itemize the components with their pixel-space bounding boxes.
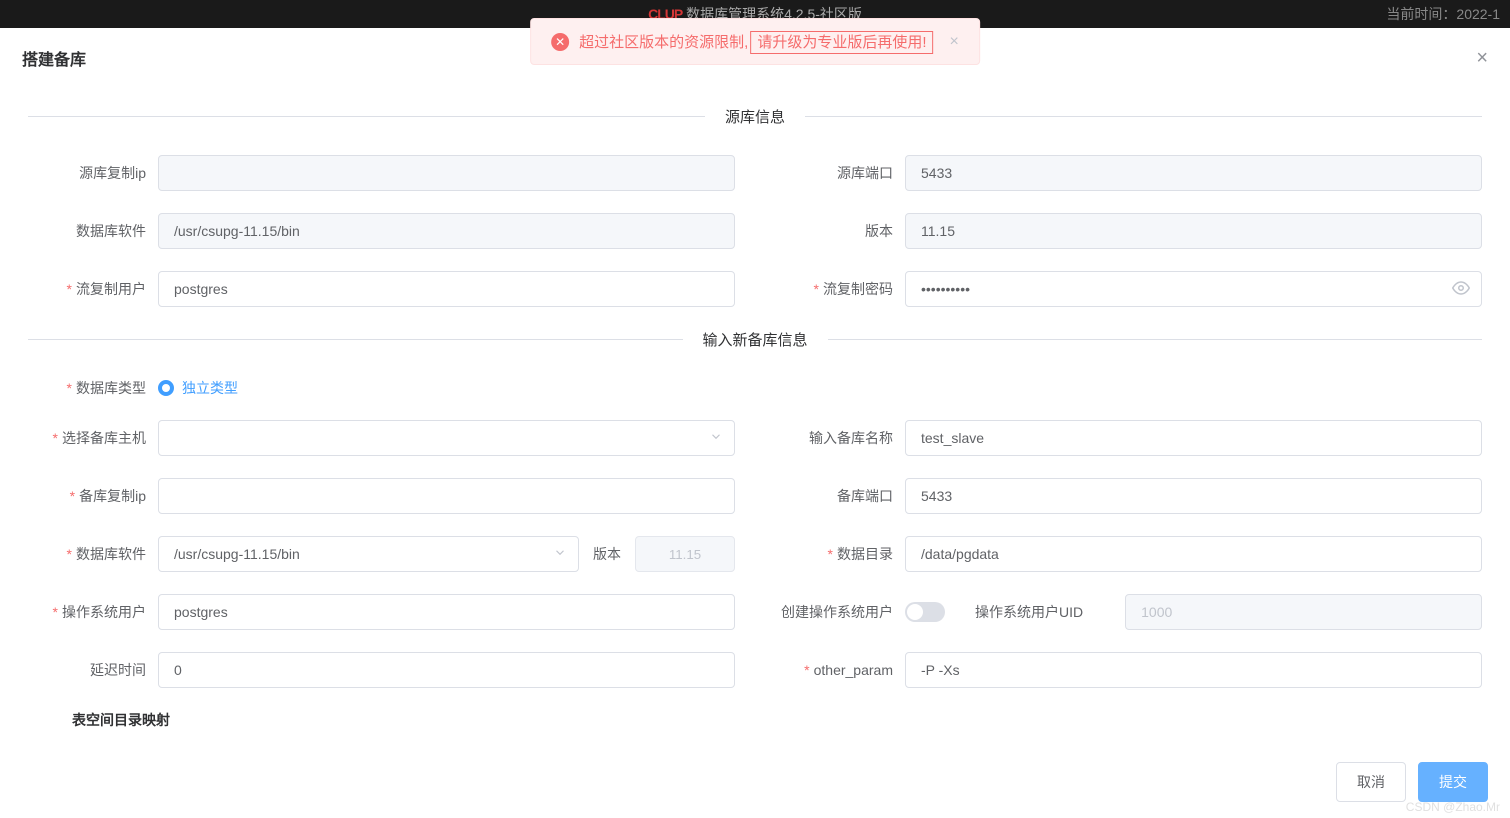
- section-divider-target: 输入新备库信息: [28, 329, 1482, 350]
- src-port-input[interactable]: [905, 155, 1482, 191]
- input-name-input[interactable]: [905, 420, 1482, 456]
- src-ip-input[interactable]: [158, 155, 735, 191]
- version-input[interactable]: [905, 213, 1482, 249]
- close-icon[interactable]: ×: [950, 33, 959, 51]
- target-ip-input[interactable]: [158, 478, 735, 514]
- os-uid-input: [1125, 594, 1482, 630]
- db-software-label: 数据库软件: [28, 221, 158, 241]
- target-version-label: 版本: [593, 544, 621, 564]
- repl-user-input[interactable]: [158, 271, 735, 307]
- src-port-label: 源库端口: [775, 163, 905, 183]
- data-dir-input[interactable]: [905, 536, 1482, 572]
- target-port-input[interactable]: [905, 478, 1482, 514]
- repl-pass-label: 流复制密码: [775, 279, 905, 299]
- other-param-input[interactable]: [905, 652, 1482, 688]
- data-dir-label: 数据目录: [775, 544, 905, 564]
- os-uid-label: 操作系统用户UID: [975, 602, 1095, 622]
- create-os-user-switch[interactable]: [905, 602, 945, 622]
- alert-message: 超过社区版本的资源限制,请升级为专业版后再使用!: [579, 31, 933, 52]
- current-time: 当前时间：2022-1: [1386, 4, 1500, 24]
- delay-input[interactable]: [158, 652, 735, 688]
- select-host-input[interactable]: [158, 420, 735, 456]
- eye-icon[interactable]: [1452, 279, 1470, 300]
- os-user-label: 操作系统用户: [28, 602, 158, 622]
- cancel-button[interactable]: 取消: [1336, 762, 1406, 802]
- modal-close-icon[interactable]: ×: [1476, 47, 1488, 70]
- target-software-select[interactable]: [158, 536, 579, 572]
- src-ip-label: 源库复制ip: [28, 163, 158, 183]
- repl-pass-input[interactable]: [905, 271, 1482, 307]
- page-title: 搭建备库: [22, 46, 86, 70]
- input-name-label: 输入备库名称: [775, 428, 905, 448]
- section-divider-source: 源库信息: [28, 106, 1482, 127]
- db-type-label: 数据库类型: [28, 378, 158, 398]
- tablespace-label: 表空间目录映射: [28, 710, 1482, 730]
- db-type-radio[interactable]: 独立类型: [158, 378, 238, 398]
- target-ip-label: 备库复制ip: [28, 486, 158, 506]
- target-port-label: 备库端口: [775, 486, 905, 506]
- target-version-input: [635, 536, 735, 572]
- radio-checked-icon: [158, 380, 174, 396]
- error-icon: ✕: [551, 33, 569, 51]
- submit-button[interactable]: 提交: [1418, 762, 1488, 802]
- delay-label: 延迟时间: [28, 660, 158, 680]
- db-software-input[interactable]: [158, 213, 735, 249]
- version-label: 版本: [775, 221, 905, 241]
- other-param-label: other_param: [775, 662, 905, 678]
- os-user-input[interactable]: [158, 594, 735, 630]
- error-alert: ✕ 超过社区版本的资源限制,请升级为专业版后再使用! ×: [530, 18, 980, 65]
- target-software-label: 数据库软件: [28, 544, 158, 564]
- watermark: CSDN @Zhao.Mr: [1406, 800, 1500, 814]
- select-host-label: 选择备库主机: [28, 428, 158, 448]
- footer-buttons: 取消 提交: [1336, 762, 1488, 802]
- repl-user-label: 流复制用户: [28, 279, 158, 299]
- create-os-user-label: 创建操作系统用户: [775, 602, 905, 622]
